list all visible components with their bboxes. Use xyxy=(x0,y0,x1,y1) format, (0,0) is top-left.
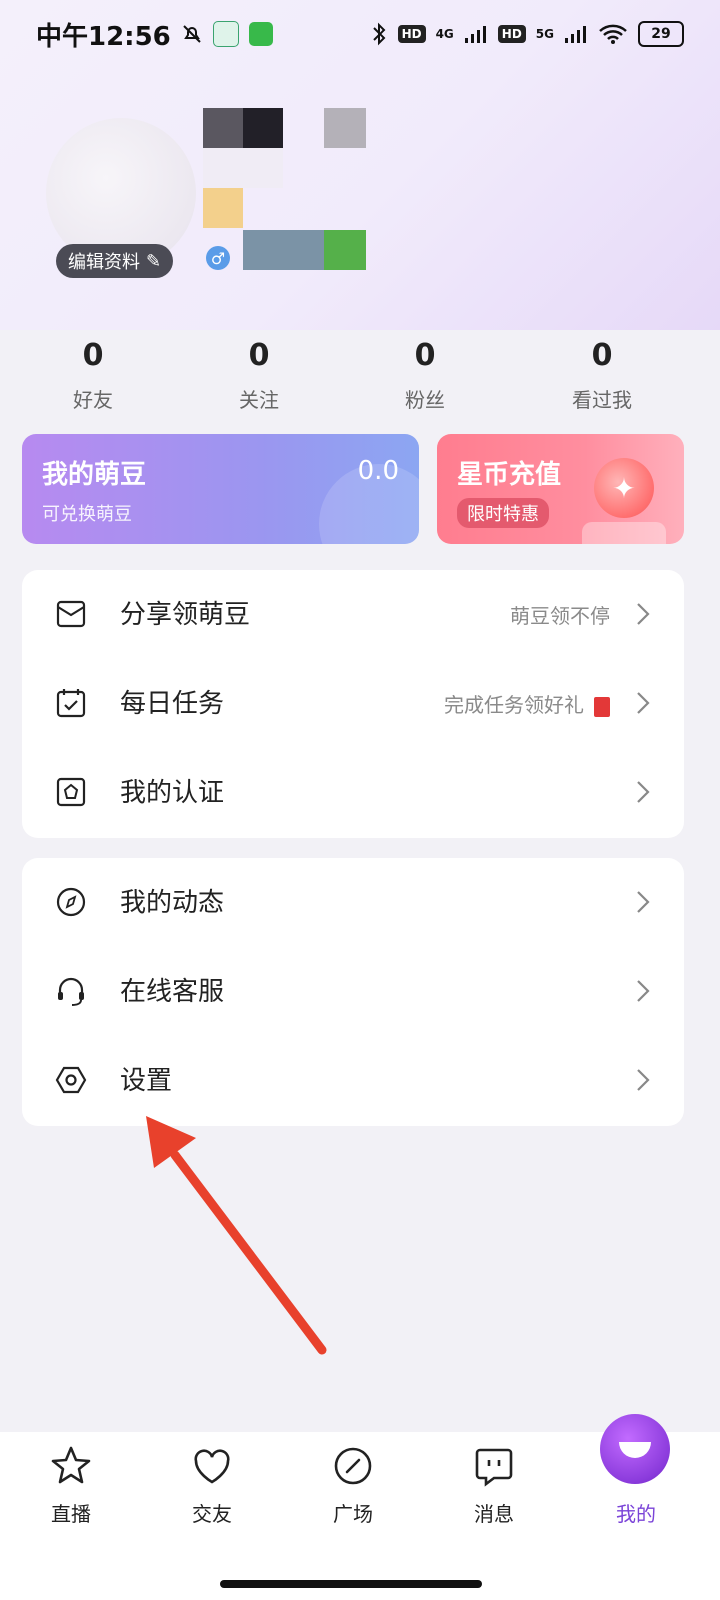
nav-label: 交友 xyxy=(192,1502,232,1526)
share-envelope-icon xyxy=(56,600,86,628)
beans-subtitle: 可兑换萌豆 xyxy=(42,504,132,525)
status-right: HD 4G HD 5G 29 xyxy=(370,21,684,47)
stat-label: 看过我 xyxy=(572,388,632,412)
edit-profile-label: 编辑资料 xyxy=(68,252,140,273)
menu-item-verification[interactable]: 我的认证 xyxy=(22,748,684,837)
censored-name-block xyxy=(203,108,243,148)
nav-square[interactable]: 广场 xyxy=(303,1444,403,1527)
male-gender-icon: ♂ xyxy=(206,246,230,270)
beans-balance: 0.0 xyxy=(357,456,399,486)
profile-bubble-icon[interactable] xyxy=(600,1414,670,1484)
menu-hint-with-redpacket: 完成任务领好礼 xyxy=(444,689,610,718)
my-beans-card[interactable]: 我的萌豆 可兑换萌豆 0.0 xyxy=(22,434,419,544)
menu-group-rewards: 分享领萌豆 萌豆领不停 每日任务 完成任务领好礼 我的认证 xyxy=(22,570,684,838)
menu-group-account: 我的动态 在线客服 设置 xyxy=(22,858,684,1126)
nav-label: 直播 xyxy=(51,1502,91,1526)
chevron-right-icon xyxy=(637,781,650,803)
nav-live[interactable]: 直播 xyxy=(21,1444,121,1527)
menu-item-settings[interactable]: 设置 xyxy=(22,1036,684,1125)
stat-following[interactable]: 0 关注 xyxy=(199,336,319,413)
censored-id-block xyxy=(324,230,366,270)
nav-friends[interactable]: 交友 xyxy=(162,1444,262,1527)
stat-label: 关注 xyxy=(239,388,279,412)
mute-bell-icon xyxy=(181,23,203,45)
stat-value: 0 xyxy=(414,338,436,373)
nav-label: 广场 xyxy=(333,1502,373,1526)
stat-value: 0 xyxy=(591,338,613,373)
censored-name-block xyxy=(243,108,283,148)
promo-badge: 限时特惠 xyxy=(457,498,549,528)
compass-slash-icon xyxy=(334,1447,372,1485)
compass-icon xyxy=(56,887,86,917)
menu-item-daily-tasks[interactable]: 每日任务 完成任务领好礼 xyxy=(22,659,684,748)
stat-value: 0 xyxy=(248,338,270,373)
menu-label: 设置 xyxy=(120,1066,173,1096)
battery-icon: 29 xyxy=(638,21,684,47)
signal-icon xyxy=(464,24,488,44)
menu-item-customer-service[interactable]: 在线客服 xyxy=(22,947,684,1036)
star-coin-icon: ✦ xyxy=(594,458,654,518)
menu-hint: 完成任务领好礼 xyxy=(444,693,584,717)
heart-icon xyxy=(194,1449,230,1484)
beans-title: 我的萌豆 xyxy=(42,460,147,490)
stat-value: 0 xyxy=(82,338,104,373)
menu-label: 我的动态 xyxy=(120,888,225,918)
stat-label: 粉丝 xyxy=(405,388,445,412)
stat-friends[interactable]: 0 好友 xyxy=(33,336,153,413)
network-type: 4G xyxy=(435,27,454,41)
menu-item-my-posts[interactable]: 我的动态 xyxy=(22,858,684,947)
calendar-check-icon xyxy=(56,689,86,718)
censored-name-block xyxy=(203,148,283,188)
bottom-nav: 直播 交友 广场 消息 我的 xyxy=(0,1414,720,1600)
chevron-right-icon xyxy=(637,891,650,913)
stat-fans[interactable]: 0 粉丝 xyxy=(365,336,485,413)
signal-icon-2 xyxy=(564,24,588,44)
home-indicator[interactable] xyxy=(220,1580,482,1588)
edit-profile-button[interactable]: 编辑资料 ✎ xyxy=(56,244,174,278)
censored-id-block xyxy=(243,230,324,270)
stat-label: 好友 xyxy=(73,388,113,412)
star-coin-recharge-card[interactable]: 星币充值 限时特惠 ✦ xyxy=(437,434,684,544)
chevron-right-icon xyxy=(637,1069,650,1091)
chevron-right-icon xyxy=(637,692,650,714)
wifi-icon xyxy=(598,23,628,45)
chat-icon xyxy=(475,1448,513,1487)
app-notification-icon-2 xyxy=(248,22,273,46)
chevron-right-icon xyxy=(637,603,650,625)
coins-title: 星币充值 xyxy=(457,460,562,490)
headset-icon xyxy=(58,977,84,1006)
badge-icon xyxy=(56,777,86,807)
nav-label: 消息 xyxy=(474,1502,514,1526)
pencil-icon: ✎ xyxy=(146,250,162,272)
menu-hint: 萌豆领不停 xyxy=(510,604,610,628)
censored-name-block xyxy=(203,188,243,228)
settings-hex-icon xyxy=(55,1066,87,1094)
hd-badge-2: HD xyxy=(497,25,526,43)
chevron-right-icon xyxy=(637,980,650,1002)
decorative-pedestal xyxy=(582,522,666,544)
menu-label: 在线客服 xyxy=(120,977,225,1007)
stat-visitors[interactable]: 0 看过我 xyxy=(542,336,662,413)
app-notification-icon xyxy=(212,21,239,47)
nav-messages[interactable]: 消息 xyxy=(444,1444,544,1527)
status-bar: 中午12:56 HD 4G HD 5G 29 xyxy=(0,0,720,68)
hd-badge: HD xyxy=(397,25,426,43)
red-packet-icon xyxy=(594,696,610,717)
stats-row: 0 好友 0 关注 0 粉丝 0 看过我 xyxy=(0,336,720,416)
bluetooth-icon xyxy=(370,22,388,46)
nav-label: 我的 xyxy=(616,1502,656,1526)
clock: 中午12:56 xyxy=(36,21,171,52)
star-icon xyxy=(51,1446,91,1484)
status-left: 中午12:56 xyxy=(36,16,273,53)
menu-label: 每日任务 xyxy=(120,689,225,719)
menu-label: 分享领萌豆 xyxy=(120,600,251,630)
network-type-2: 5G xyxy=(535,27,554,41)
menu-item-share-beans[interactable]: 分享领萌豆 萌豆领不停 xyxy=(22,570,684,659)
menu-label: 我的认证 xyxy=(120,778,225,808)
censored-name-block xyxy=(324,108,366,148)
